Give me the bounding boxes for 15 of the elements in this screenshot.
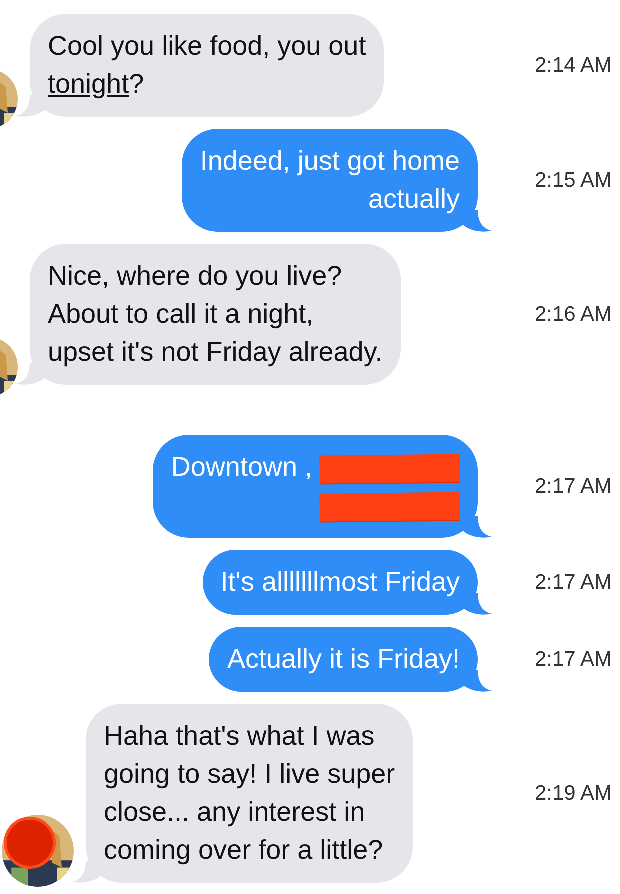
message-link[interactable]: tonight: [48, 69, 130, 99]
message-time: 2:16 AM: [534, 302, 613, 326]
message-text: Downtown ,: [171, 448, 460, 524]
message-time: 2:15 AM: [534, 168, 613, 192]
message-text: Haha that's what I was going to say! I live super close... any interest in coming over for a little?: [104, 720, 396, 867]
message-text: It's alllllllmost Friday: [220, 566, 460, 599]
message-time: 2:14 AM: [534, 54, 613, 78]
message-time: 2:17 AM: [534, 474, 613, 498]
message-time: 2:17 AM: [534, 648, 613, 672]
message-text: Actually it is Friday!: [227, 643, 460, 676]
message-time: 2:17 AM: [534, 570, 613, 594]
message-text: Indeed, just got home actually: [200, 145, 460, 216]
message-text: Cool you like food, you out tonight?: [48, 30, 366, 101]
message-time: 2:19 AM: [534, 782, 613, 806]
message-text: Nice, where do you live? About to call it a night, upset it's not Friday already.: [48, 260, 383, 369]
